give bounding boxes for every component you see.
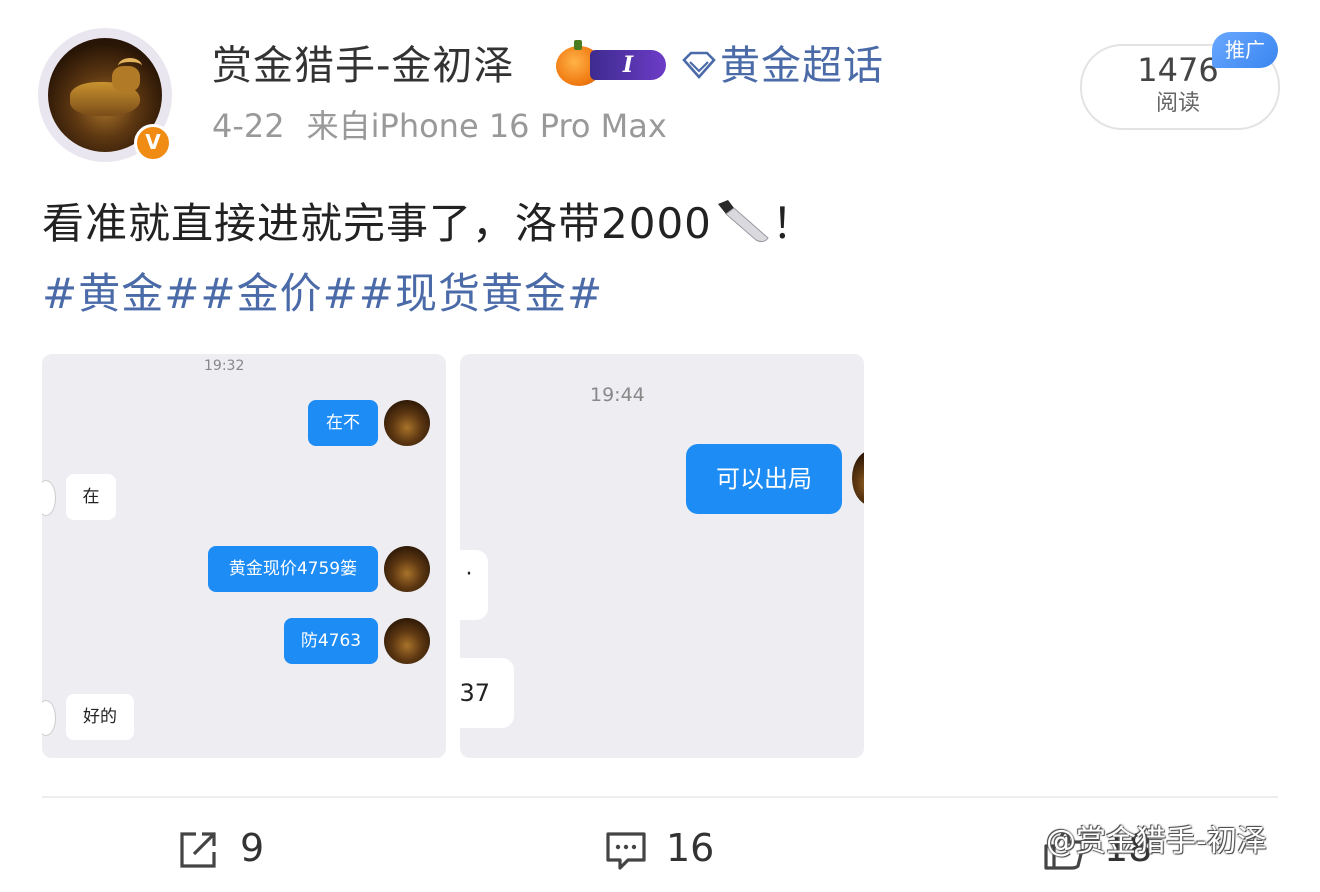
chat-time: 19:44: [590, 384, 645, 406]
chat-bubble-text: 37: [460, 679, 490, 707]
chat-time: 19:32: [204, 358, 245, 374]
diamond-icon: [682, 51, 716, 79]
chat-bubble-left: 37: [460, 658, 514, 728]
chat-bubble-right: 黄金现价4759篓: [208, 546, 378, 592]
post-source: 来自iPhone 16 Pro Max: [306, 107, 667, 145]
chat-bubble-right: 防4763: [284, 618, 378, 664]
knife-emoji-icon: [717, 200, 769, 243]
read-label: 阅读: [1155, 91, 1200, 116]
chat-bubble-right: 在不: [308, 400, 378, 446]
super-topic-link[interactable]: 黄金超话: [720, 38, 884, 94]
chat-avatar-partial: [42, 700, 56, 736]
level-badge[interactable]: I: [590, 50, 666, 80]
post-text-main: 看准就直接进就完事了，洛带2000: [42, 199, 712, 248]
chat-bubble-right: 可以出局: [686, 444, 842, 514]
chat-screenshot-2[interactable]: 19:44 可以出局 · 37: [460, 354, 864, 758]
post-text: 看准就直接进就完事了，洛带2000 ！: [42, 196, 815, 252]
watermark: @赏金猎手-初泽: [1046, 824, 1267, 859]
chat-avatar-partial: [852, 450, 864, 506]
post-date: 4-22: [212, 107, 285, 145]
post-meta: 4-22 来自iPhone 16 Pro Max: [212, 104, 667, 148]
comment-count: 16: [666, 826, 715, 870]
bull-horn: [118, 58, 142, 74]
chat-avatar: [384, 400, 430, 446]
chat-bubble-left: 好的: [66, 694, 134, 740]
username[interactable]: 赏金猎手-金初泽: [212, 38, 514, 94]
chat-avatar: [384, 546, 430, 592]
post-text-end: ！: [771, 199, 815, 248]
chat-screenshot-1[interactable]: 19:32 在不 在 黄金现价4759篓 防4763 好的: [42, 354, 446, 758]
chat-avatar: [384, 618, 430, 664]
chat-bubble-left: ·: [460, 550, 488, 620]
verified-v-icon: V: [134, 124, 172, 162]
chat-bubble-left: 在: [66, 474, 116, 520]
pumpkin-stem: [574, 40, 582, 50]
share-count: 9: [240, 826, 265, 870]
comment-icon: [606, 832, 646, 870]
share-icon: [180, 832, 216, 868]
hashtags[interactable]: #黄金##金价##现货黄金#: [42, 266, 603, 322]
divider: [42, 796, 1278, 798]
ad-tag: 推广: [1212, 32, 1278, 68]
chat-avatar-partial: [42, 480, 56, 516]
